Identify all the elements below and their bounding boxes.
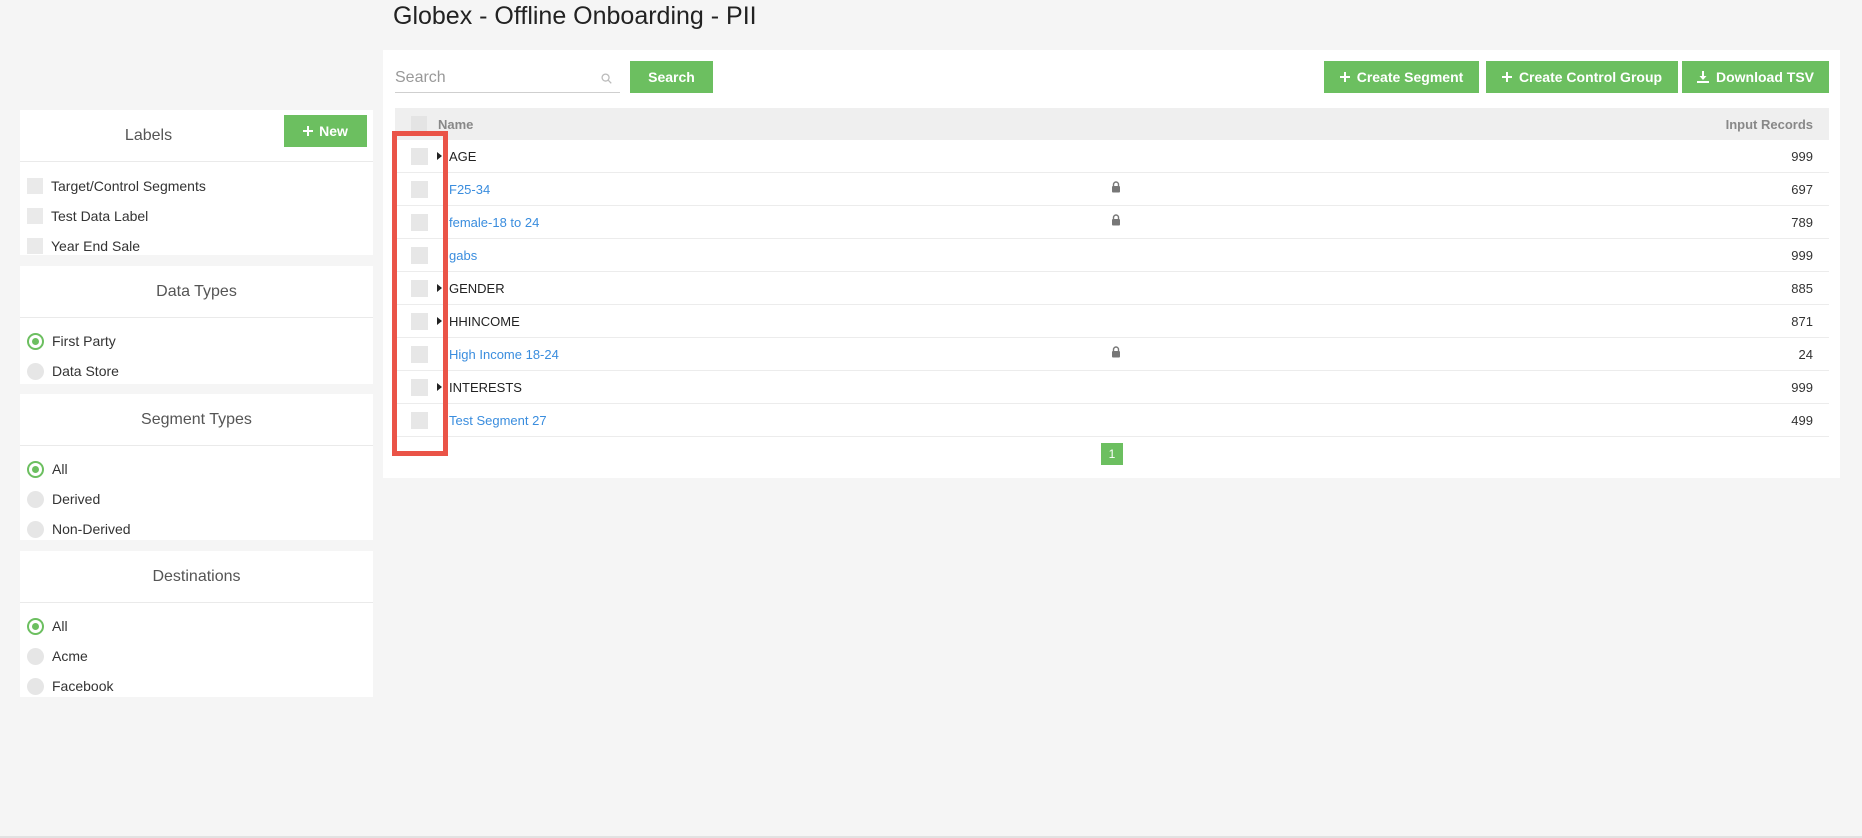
table-row[interactable]: INTERESTS 999: [395, 371, 1829, 404]
table-row[interactable]: HHINCOME 871: [395, 305, 1829, 338]
new-label-button-text: New: [319, 123, 348, 139]
data-type-data-store[interactable]: Data Store: [20, 356, 373, 386]
segment-type-derived[interactable]: Derived: [20, 484, 373, 514]
segment-type-label: Non-Derived: [52, 521, 131, 537]
page-title: Globex - Offline Onboarding - PII: [393, 2, 757, 30]
plus-icon: [1339, 72, 1350, 82]
label-item-test-data[interactable]: Test Data Label: [20, 201, 373, 231]
radio-unselected[interactable]: [27, 647, 44, 665]
checkbox-column-highlight: [392, 131, 448, 456]
data-type-label: Data Store: [52, 363, 119, 379]
destinations-panel-title: Destinations: [152, 568, 241, 585]
label-item-year-end-sale[interactable]: Year End Sale: [20, 231, 373, 261]
plus-icon: [1501, 72, 1512, 82]
label-item-text: Test Data Label: [51, 208, 149, 224]
row-segment-link[interactable]: High Income 18-24: [449, 347, 559, 362]
destinations-panel: Destinations All Acme Facebook: [20, 551, 373, 697]
pagination-page[interactable]: 1: [1101, 443, 1123, 465]
column-header-name[interactable]: Name: [438, 117, 473, 132]
row-segment-link[interactable]: gabs: [449, 248, 477, 263]
download-tsv-text: Download TSV: [1716, 69, 1814, 85]
row-segment-link[interactable]: F25-34: [449, 182, 490, 197]
lock-icon: [1112, 181, 1120, 193]
download-icon: [1697, 71, 1709, 83]
segment-type-all[interactable]: All: [20, 454, 373, 484]
radio-unselected[interactable]: [27, 490, 44, 508]
row-input-records: 871: [1791, 314, 1813, 329]
row-input-records: 999: [1791, 248, 1813, 263]
segment-types-panel: Segment Types All Derived Non-Derived: [20, 394, 373, 540]
table-row[interactable]: gabs 999: [395, 239, 1829, 272]
row-input-records: 885: [1791, 281, 1813, 296]
labels-panel-header: Labels New: [20, 110, 373, 162]
table-row[interactable]: Test Segment 27 499: [395, 404, 1829, 437]
destination-acme[interactable]: Acme: [20, 641, 373, 671]
label-item-target-control[interactable]: Target/Control Segments: [20, 171, 373, 201]
data-type-first-party[interactable]: First Party: [20, 326, 373, 356]
data-type-label: First Party: [52, 333, 116, 349]
row-input-records: 999: [1791, 149, 1813, 164]
row-input-records: 789: [1791, 215, 1813, 230]
create-segment-text: Create Segment: [1356, 69, 1464, 85]
data-types-panel: Data Types First Party Data Store: [20, 266, 373, 384]
segment-type-non-derived[interactable]: Non-Derived: [20, 514, 373, 544]
row-folder-name[interactable]: INTERESTS: [449, 380, 522, 395]
new-label-button[interactable]: New: [284, 115, 367, 147]
search-icon[interactable]: [601, 73, 612, 84]
destination-all[interactable]: All: [20, 611, 373, 641]
label-item-text: Year End Sale: [51, 238, 140, 254]
destination-label: All: [52, 618, 68, 634]
row-segment-link[interactable]: Test Segment 27: [449, 413, 547, 428]
labels-panel: Labels New Target/Control Segments Test …: [20, 110, 373, 255]
segment-type-label: Derived: [52, 491, 101, 507]
row-folder-name[interactable]: GENDER: [449, 281, 505, 296]
labels-panel-title: Labels: [124, 127, 173, 144]
row-input-records: 499: [1791, 413, 1813, 428]
radio-unselected[interactable]: [27, 362, 44, 380]
table-row[interactable]: female-18 to 24 789: [395, 206, 1829, 239]
select-all-checkbox[interactable]: [411, 116, 427, 132]
segments-main-panel: Search Create Segment Create Control Gro…: [383, 50, 1840, 478]
table-row[interactable]: F25-34 697: [395, 173, 1829, 206]
segment-types-panel-title: Segment Types: [141, 411, 252, 428]
radio-unselected[interactable]: [27, 520, 44, 538]
row-input-records: 999: [1791, 380, 1813, 395]
create-control-group-button[interactable]: Create Control Group: [1486, 61, 1678, 93]
destination-label: Acme: [52, 648, 88, 664]
destination-label: Facebook: [52, 678, 114, 694]
row-folder-name[interactable]: HHINCOME: [449, 314, 520, 329]
column-header-input-records[interactable]: Input Records: [1726, 117, 1813, 132]
lock-icon: [1112, 214, 1120, 226]
radio-selected[interactable]: [27, 460, 44, 478]
destinations-panel-header: Destinations: [20, 551, 373, 603]
radio-unselected[interactable]: [27, 677, 44, 695]
table-header: Name Input Records: [395, 108, 1829, 140]
radio-selected[interactable]: [27, 332, 44, 350]
label-checkbox[interactable]: [27, 178, 43, 194]
search-input[interactable]: [395, 65, 590, 91]
create-control-group-text: Create Control Group: [1518, 69, 1663, 85]
table-row[interactable]: GENDER 885: [395, 272, 1829, 305]
row-segment-link[interactable]: female-18 to 24: [449, 215, 539, 230]
table-row[interactable]: AGE 999: [395, 140, 1829, 173]
data-types-panel-title: Data Types: [156, 283, 237, 300]
row-input-records: 697: [1791, 182, 1813, 197]
segment-types-panel-header: Segment Types: [20, 394, 373, 446]
radio-selected[interactable]: [27, 617, 44, 635]
segment-type-label: All: [52, 461, 68, 477]
table-row[interactable]: High Income 18-24 24: [395, 338, 1829, 371]
label-item-text: Target/Control Segments: [51, 178, 206, 194]
data-types-panel-header: Data Types: [20, 266, 373, 318]
search-box: [395, 65, 620, 93]
row-input-records: 24: [1798, 347, 1813, 362]
plus-icon: [303, 126, 314, 136]
create-segment-button[interactable]: Create Segment: [1324, 61, 1479, 93]
label-checkbox[interactable]: [27, 208, 43, 224]
download-tsv-button[interactable]: Download TSV: [1682, 61, 1829, 93]
label-checkbox[interactable]: [27, 238, 43, 254]
row-folder-name[interactable]: AGE: [449, 149, 476, 164]
search-button[interactable]: Search: [630, 61, 713, 93]
lock-icon: [1112, 346, 1120, 358]
destination-facebook[interactable]: Facebook: [20, 671, 373, 701]
